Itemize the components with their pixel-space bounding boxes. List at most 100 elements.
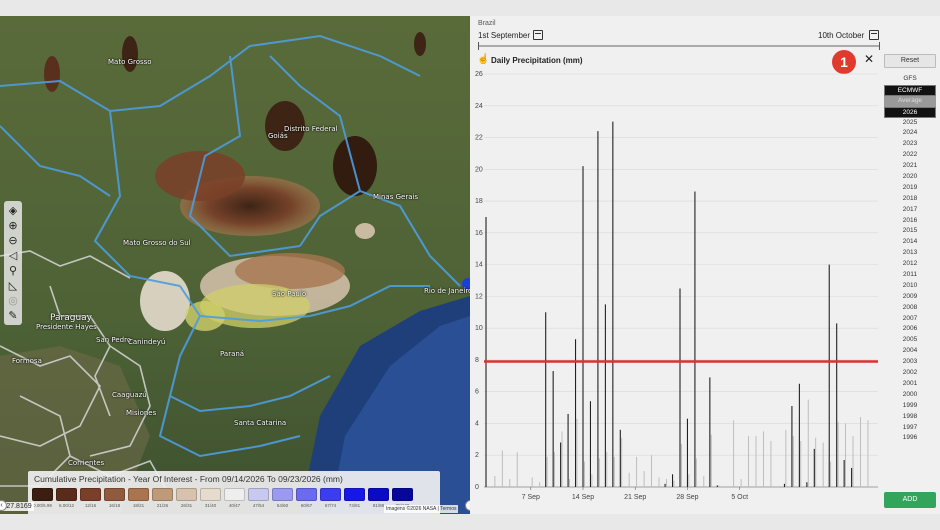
layers-icon[interactable]: ◈ (5, 203, 21, 218)
legend-range-label: 54/60 (276, 503, 289, 508)
year-option[interactable]: 2004 (884, 346, 936, 357)
year-option[interactable]: 2017 (884, 205, 936, 216)
y-tick-label: 16 (475, 230, 483, 237)
legend-swatch (296, 488, 317, 501)
year-option[interactable]: 1996 (884, 433, 936, 444)
slider-start-handle[interactable] (478, 42, 479, 50)
legend-swatch (80, 488, 101, 501)
map-label: Mato Grosso (108, 58, 152, 66)
y-tick-label: 8 (475, 357, 479, 364)
year-option[interactable]: 2012 (884, 259, 936, 270)
draw-icon[interactable]: ✎ (5, 308, 21, 323)
year-option[interactable]: 2001 (884, 379, 936, 390)
year-option[interactable]: 2024 (884, 128, 936, 139)
pointer-icon[interactable]: ◁ (5, 248, 21, 263)
calendar-icon[interactable] (869, 30, 879, 40)
legend-range-label: 47/54 (252, 503, 265, 508)
map-label: São Paulo (272, 290, 307, 298)
year-option[interactable]: 2007 (884, 314, 936, 325)
legend-swatch (320, 488, 341, 501)
year-option[interactable]: 2015 (884, 226, 936, 237)
date-range-slider[interactable] (478, 42, 880, 50)
year-option[interactable]: 1999 (884, 401, 936, 412)
top-bar (0, 0, 940, 16)
y-tick-label: 0 (475, 484, 479, 491)
end-date[interactable]: 10th October (818, 31, 864, 40)
zoom-out-icon[interactable]: ⊖ (5, 233, 21, 248)
map-label: Canindeyú (128, 338, 166, 346)
legend-swatch (128, 488, 149, 501)
year-option[interactable]: 2006 (884, 324, 936, 335)
y-tick-label: 24 (475, 103, 483, 110)
y-tick-label: 26 (475, 71, 483, 78)
measure-icon[interactable]: ◺ (5, 278, 21, 293)
legend-title: Cumulative Precipitation - Year Of Inter… (34, 474, 343, 484)
map-label: Corrientes (68, 459, 105, 467)
map-view[interactable]: ◈ ⊕ ⊖ ◁ ⚲ ◺ ◎ ✎ Mato Grosso Goiás Distri… (0, 16, 470, 514)
year-option[interactable]: 2009 (884, 292, 936, 303)
y-tick-label: 12 (475, 293, 483, 300)
year-option[interactable]: 2014 (884, 237, 936, 248)
zoom-in-icon[interactable]: ⊕ (5, 218, 21, 233)
year-option[interactable]: 2016 (884, 216, 936, 227)
region-label: Brazil (478, 20, 496, 27)
map-label: Distrito Federal (284, 125, 338, 133)
search-icon[interactable]: ⚲ (5, 263, 21, 278)
year-option[interactable]: 2008 (884, 303, 936, 314)
map-label: San Pedro (96, 336, 132, 344)
x-tick-label: 14 Sep (572, 494, 594, 501)
year-option[interactable]: 1997 (884, 423, 936, 434)
year-option[interactable]: 2010 (884, 281, 936, 292)
year-option[interactable]: 2022 (884, 150, 936, 161)
legend-swatch (272, 488, 293, 501)
year-option[interactable]: ECMWF (884, 84, 936, 96)
year-option[interactable]: 2019 (884, 183, 936, 194)
map-label: Minas Gerais (373, 193, 419, 201)
legend-range-label: 31/40 (204, 503, 217, 508)
legend-range-label: 74/81 (348, 503, 361, 508)
year-option[interactable]: 2011 (884, 270, 936, 281)
year-option[interactable]: 2013 (884, 248, 936, 259)
legend-swatch (368, 488, 389, 501)
year-option[interactable]: 2002 (884, 368, 936, 379)
year-option[interactable]: 2023 (884, 139, 936, 150)
map-label: Misiones (126, 409, 157, 417)
legend-swatch (32, 488, 53, 501)
year-option[interactable]: 2025 (884, 118, 936, 129)
x-tick-label: 7 Sep (522, 494, 540, 501)
calendar-icon[interactable] (533, 30, 543, 40)
legend-ranges: 0.00/5.99 6.00/12 12/16 16/18 18/21 21/26 26/3… (32, 503, 413, 508)
legend-range-label: 21/26 (156, 503, 169, 508)
year-option[interactable]: 2003 (884, 357, 936, 368)
reset-button[interactable]: Reset (884, 54, 936, 68)
slider-end-handle[interactable] (879, 42, 880, 50)
precipitation-chart: 024681012141618202224267 Sep 14 Sep 21 Sep… (475, 71, 878, 501)
legend-swatch (200, 488, 221, 501)
legend-range-label: 67/74 (324, 503, 337, 508)
year-option[interactable]: 2026 (884, 106, 936, 118)
legend-swatch (56, 488, 77, 501)
x-tick-label: 28 Sep (676, 494, 698, 501)
target-icon[interactable]: ◎ (5, 293, 21, 308)
year-option[interactable]: Average (884, 95, 936, 107)
start-date[interactable]: 1st September (478, 31, 530, 40)
year-option[interactable]: 2000 (884, 390, 936, 401)
legend-swatch (392, 488, 413, 501)
x-tick-label: 21 Sep (624, 494, 646, 501)
year-option[interactable]: 2005 (884, 335, 936, 346)
chart-title: Daily Precipitation (mm) (491, 56, 583, 65)
close-icon[interactable]: ✕ (864, 52, 874, 66)
map-attribution[interactable]: Imagens ©2026 NASA | Termos (384, 505, 459, 513)
year-option[interactable]: 2020 (884, 172, 936, 183)
satellite-map (0, 16, 470, 514)
year-option[interactable]: 2018 (884, 194, 936, 205)
pan-icon[interactable]: ☝ (477, 54, 489, 65)
y-tick-label: 4 (475, 420, 479, 427)
add-button[interactable]: ADD (884, 492, 936, 508)
y-tick-label: 10 (475, 325, 483, 332)
year-option[interactable]: 2021 (884, 161, 936, 172)
year-option[interactable]: GFS (884, 74, 936, 85)
map-label: Paraná (220, 350, 245, 358)
map-label: Santa Catarina (234, 419, 287, 427)
year-option[interactable]: 1998 (884, 412, 936, 423)
